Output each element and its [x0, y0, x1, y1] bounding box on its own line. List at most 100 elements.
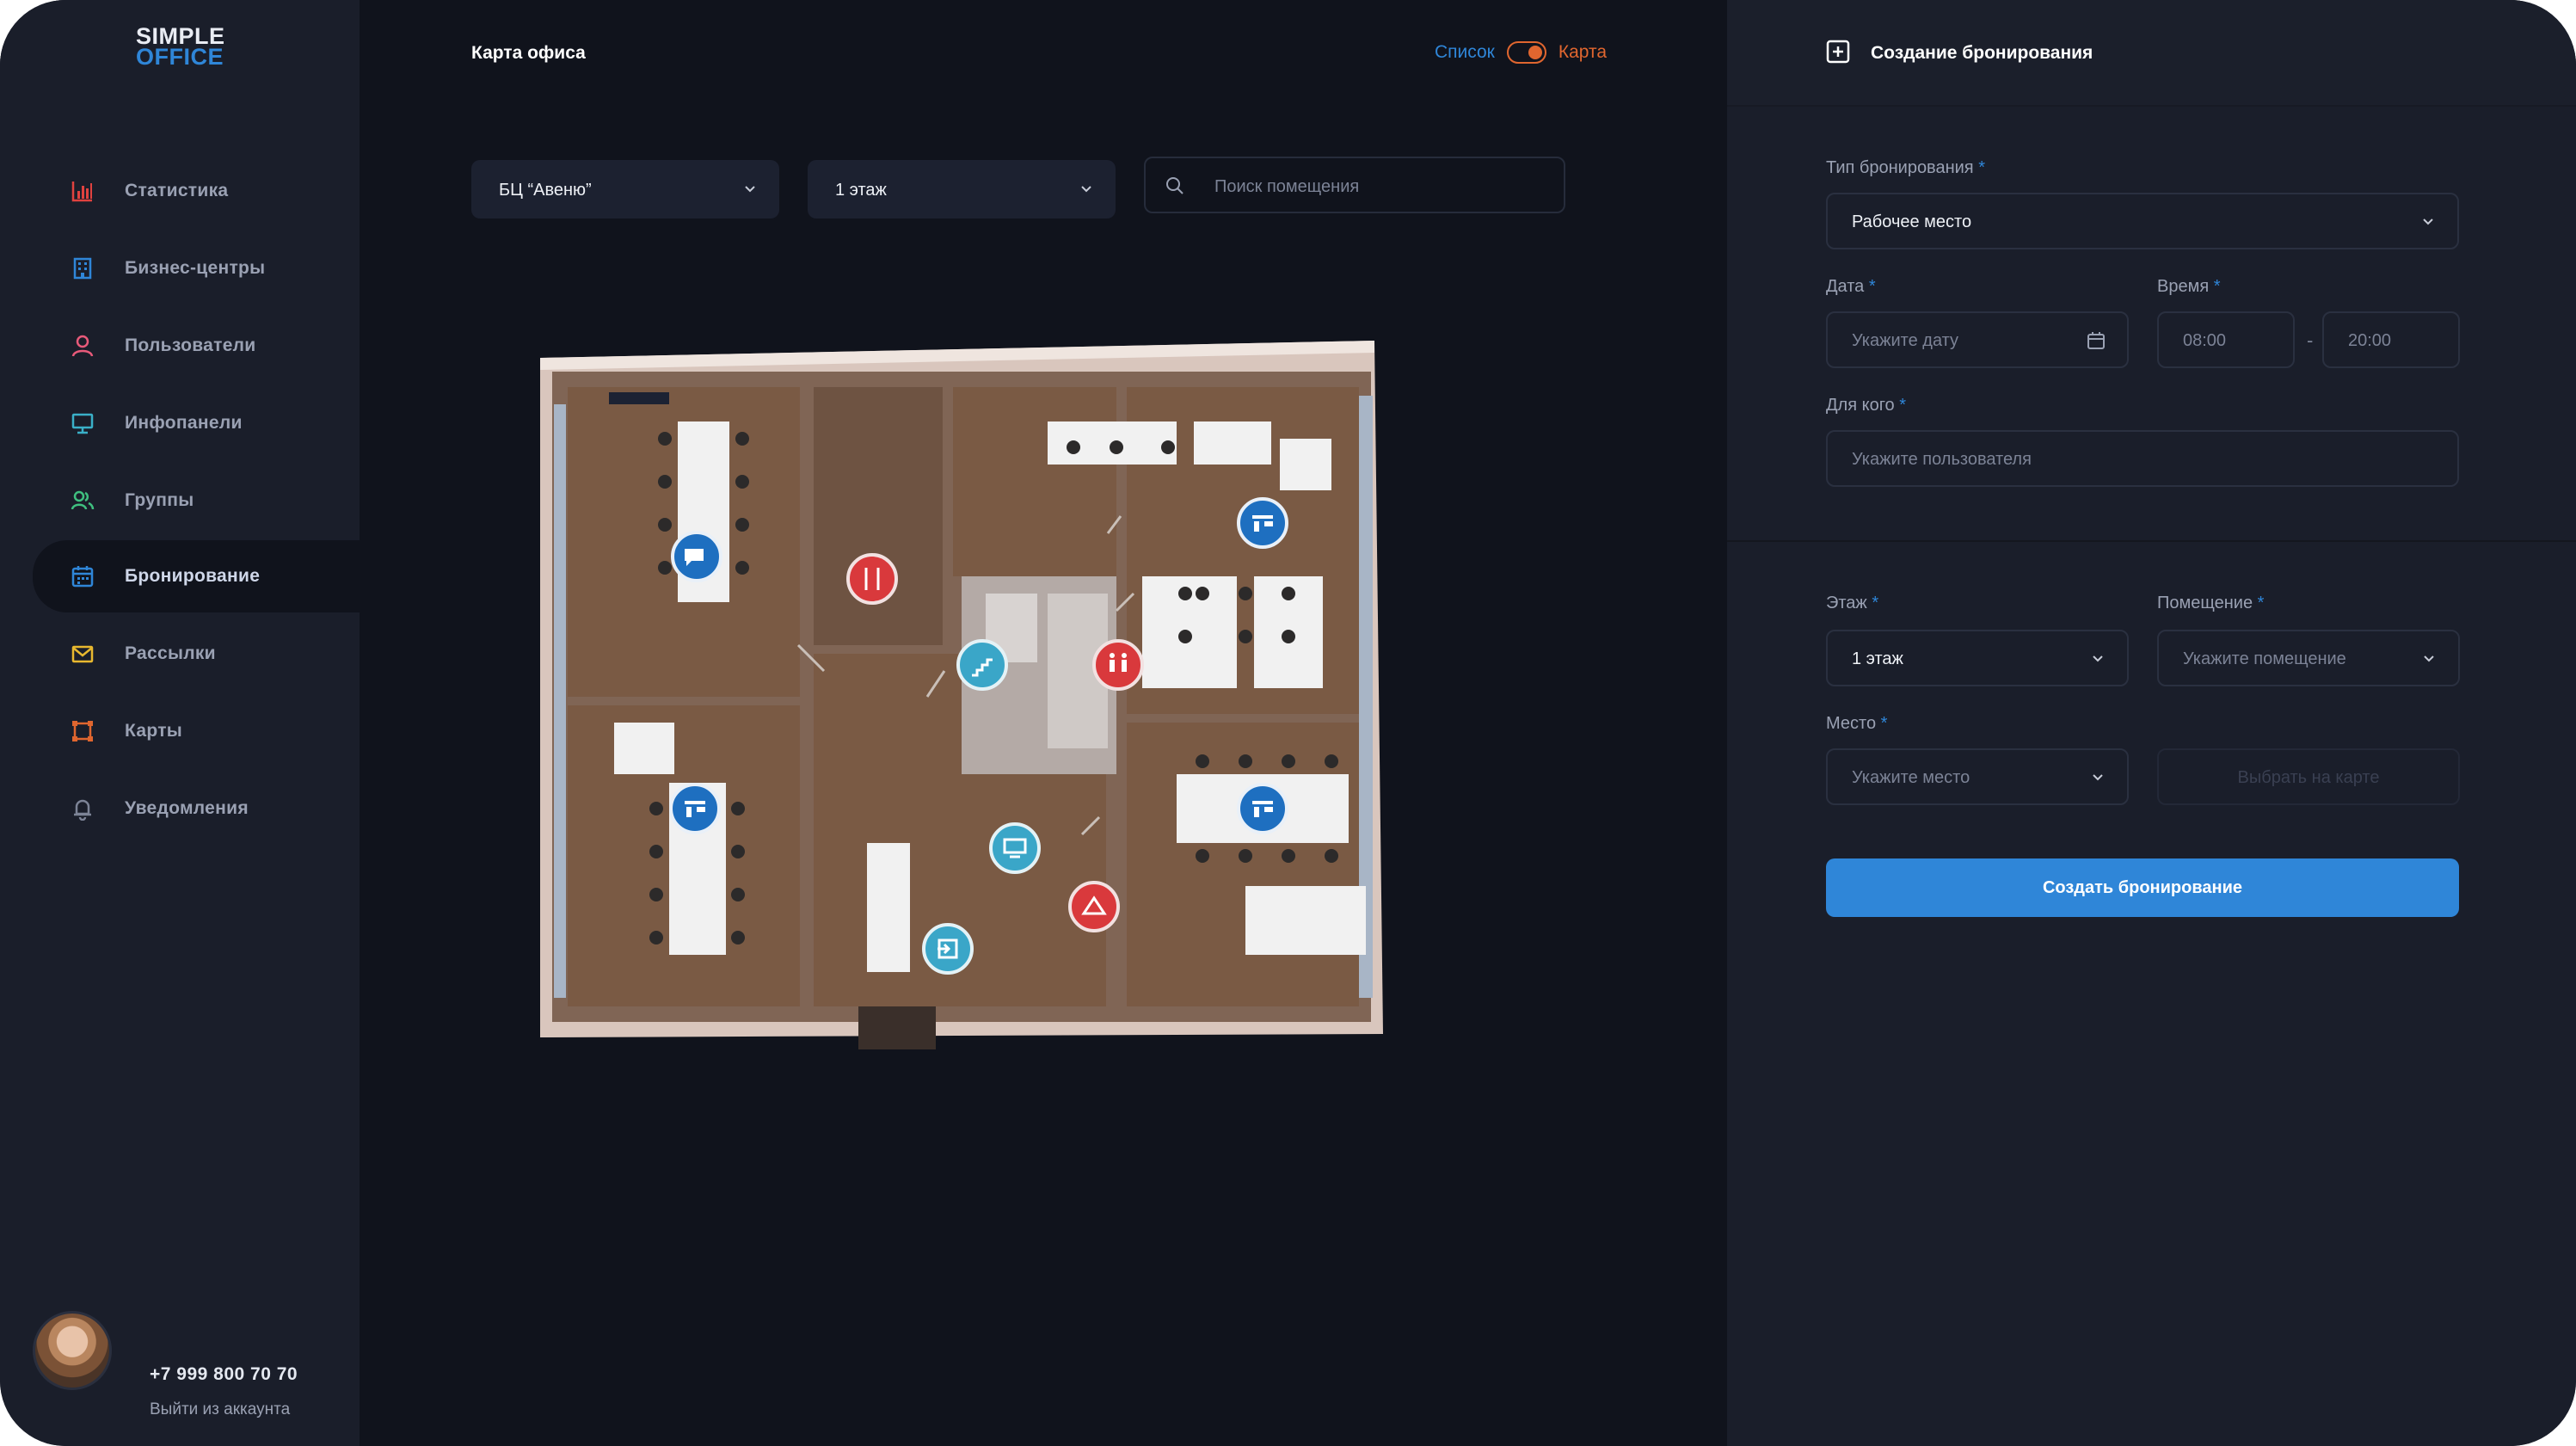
map-marker-workplace[interactable] [1237, 783, 1288, 834]
map-frame-icon [72, 721, 93, 741]
choose-on-map-label: Выбрать на карте [2237, 768, 2380, 787]
map-marker-restroom[interactable] [1092, 639, 1144, 691]
business-center-select[interactable]: БЦ “Авеню” [471, 160, 779, 218]
map-marker-stairs[interactable] [956, 639, 1008, 691]
avatar[interactable] [33, 1311, 112, 1390]
logo-line-2: OFFICE [136, 44, 224, 70]
room-label-text: Помещение [2157, 594, 2253, 612]
chevron-down-icon [1081, 186, 1091, 193]
booking-type-label-text: Тип бронирования [1826, 158, 1974, 177]
calendar-icon [2087, 332, 2105, 349]
time-label: Время * [2157, 277, 2221, 297]
logo[interactable]: SIMPLE OFFICE [136, 25, 231, 70]
create-booking-button[interactable]: Создать бронирование [1826, 858, 2459, 917]
floor-plan-svg [540, 341, 1383, 1049]
group-icon [71, 490, 95, 510]
required-mark: * [1868, 277, 1876, 296]
sidebar-item-label: Пользователи [125, 335, 256, 355]
sidebar-item-business-centers[interactable]: Бизнес-центры [33, 232, 360, 305]
view-toggle-map[interactable]: Карта [1559, 42, 1607, 63]
bell-icon [74, 799, 91, 821]
required-mark: * [1978, 158, 1985, 177]
room-select[interactable]: Укажите помещение [2157, 630, 2460, 686]
required-mark: * [1899, 396, 1907, 415]
sidebar-item-groups[interactable]: Группы [33, 465, 360, 537]
booking-type-label: Тип бронирования * [1826, 158, 1985, 178]
floor-label: Этаж * [1826, 594, 1878, 613]
time-from-value: 08:00 [2183, 331, 2227, 350]
user-phone: +7 999 800 70 70 [150, 1364, 298, 1384]
choose-on-map-button[interactable]: Выбрать на карте [2157, 748, 2460, 805]
place-select[interactable]: Укажите место [1826, 748, 2129, 805]
chevron-down-icon [2424, 655, 2434, 662]
time-from-field[interactable]: 08:00 [2157, 311, 2295, 368]
chevron-down-icon [745, 186, 755, 193]
search-icon [1166, 177, 1183, 194]
mail-icon [71, 645, 94, 663]
date-field[interactable]: Укажите дату [1826, 311, 2129, 368]
map-marker-workplace[interactable] [669, 783, 721, 834]
map-marker-infopanel[interactable] [989, 822, 1041, 874]
room-placeholder: Укажите помещение [2183, 649, 2346, 668]
date-label-text: Дата [1826, 277, 1865, 296]
sidebar-header: SIMPLE OFFICE [0, 0, 385, 105]
sidebar-item-label: Инфопанели [125, 413, 243, 433]
sidebar-item-users[interactable]: Пользователи [33, 310, 360, 382]
panel-floor-select[interactable]: 1 этаж [1826, 630, 2129, 686]
map-marker-cafe[interactable] [846, 553, 898, 605]
user-block: +7 999 800 70 70 Выйти из аккаунта [33, 1311, 342, 1418]
time-to-value: 20:00 [2348, 331, 2392, 350]
sidebar-item-label: Карты [125, 721, 183, 741]
room-label: Помещение * [2157, 594, 2264, 613]
for-whom-label: Для кого * [1826, 396, 1906, 415]
booking-type-value: Рабочее место [1852, 212, 1972, 231]
chevron-down-icon [2093, 655, 2103, 662]
map-marker-chat[interactable] [671, 531, 722, 582]
sidebar: SIMPLE OFFICE Статистика Бизнес-центры П… [0, 0, 385, 1446]
floor-value: 1 этаж [835, 181, 887, 200]
office-floor-map[interactable] [514, 318, 1521, 1049]
chevron-down-icon [2093, 774, 2103, 781]
view-toggle-list[interactable]: Список [1435, 42, 1495, 63]
panel-title: Создание бронирования [1871, 43, 2093, 63]
main-header: Карта офиса Список Карта [360, 0, 1727, 105]
main-content: Карта офиса Список Карта БЦ “Авеню” 1 эт… [360, 0, 1727, 1446]
sidebar-item-booking[interactable]: Бронирование [33, 540, 360, 612]
sidebar-item-mailings[interactable]: Рассылки [33, 618, 360, 690]
sidebar-item-maps[interactable]: Карты [33, 695, 360, 767]
map-marker-wardrobe[interactable] [1068, 881, 1120, 932]
sidebar-item-infopanels[interactable]: Инфопанели [33, 387, 360, 459]
user-icon [71, 335, 94, 357]
panel-header: Создание бронирования [1727, 0, 2576, 107]
booking-panel: Создание бронирования Тип бронирования *… [1727, 0, 2576, 1446]
map-marker-workplace[interactable] [1237, 497, 1288, 549]
sidebar-item-statistics[interactable]: Статистика [33, 155, 360, 227]
logout-link[interactable]: Выйти из аккаунта [150, 1400, 290, 1419]
room-search[interactable]: Поиск помещения [1144, 157, 1565, 213]
bar-chart-icon [71, 182, 92, 202]
floor-select[interactable]: 1 этаж [808, 160, 1116, 218]
floor-label-text: Этаж [1826, 594, 1867, 612]
sidebar-item-label: Статистика [125, 181, 229, 200]
sidebar-item-label: Бизнес-центры [125, 258, 266, 278]
booking-type-select[interactable]: Рабочее место [1826, 193, 2459, 249]
required-mark: * [2257, 594, 2265, 612]
user-field[interactable]: Укажите пользователя [1826, 430, 2459, 487]
calendar-icon [71, 566, 94, 588]
required-mark: * [1872, 594, 1879, 612]
sidebar-item-notifications[interactable]: Уведомления [33, 772, 360, 845]
search-placeholder: Поиск помещения [1214, 177, 1360, 196]
panel-floor-value: 1 этаж [1852, 649, 1903, 668]
date-placeholder: Укажите дату [1852, 331, 1959, 350]
view-toggle: Список Карта [1435, 40, 1607, 65]
chevron-down-icon [2423, 218, 2433, 225]
panel-divider [1727, 540, 2576, 542]
required-mark: * [2213, 277, 2221, 296]
place-label: Место * [1826, 714, 1887, 734]
business-center-value: БЦ “Авеню” [499, 181, 592, 200]
view-toggle-switch[interactable] [1506, 41, 1546, 64]
user-placeholder: Укажите пользователя [1852, 450, 2032, 469]
page-title: Карта офиса [471, 43, 586, 63]
time-to-field[interactable]: 20:00 [2322, 311, 2460, 368]
map-marker-entrance[interactable] [922, 923, 974, 975]
